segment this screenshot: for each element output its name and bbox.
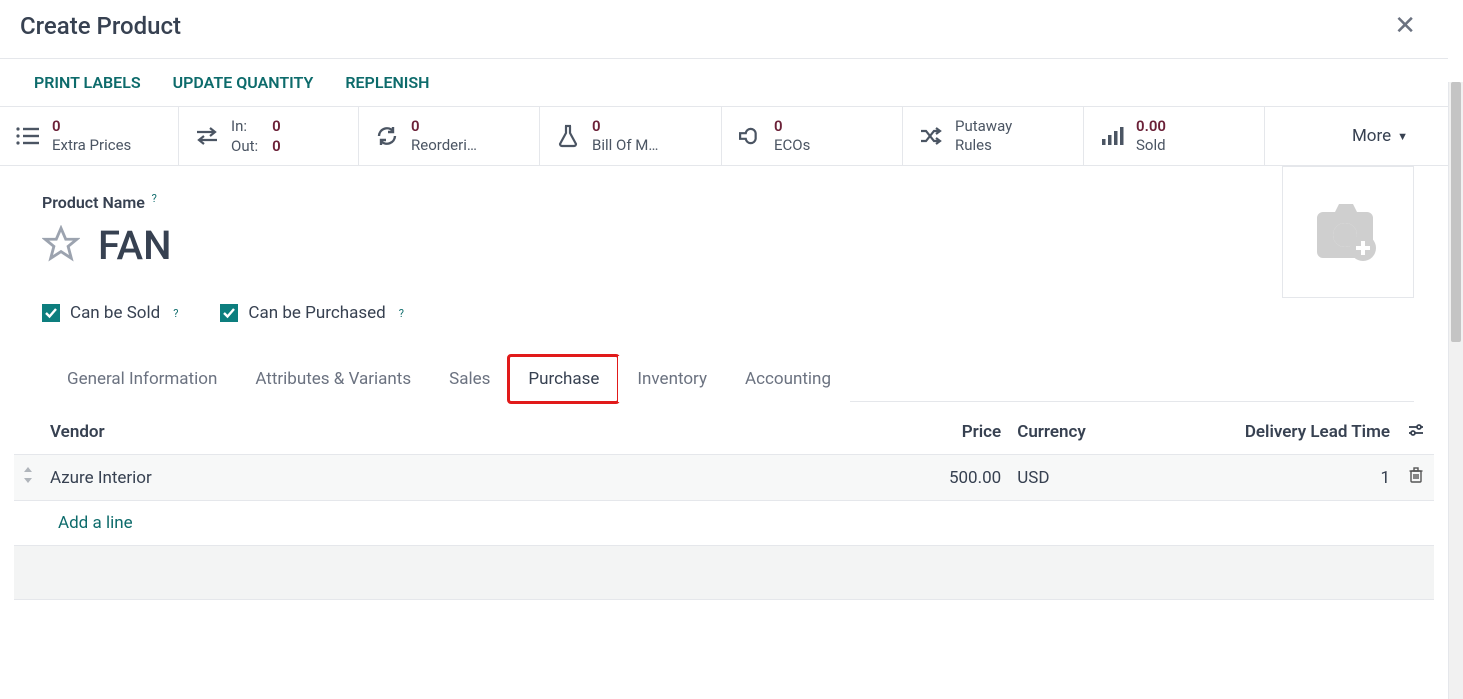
update-quantity-button[interactable]: UPDATE QUANTITY — [173, 73, 314, 92]
cell-vendor[interactable]: Azure Interior — [42, 455, 929, 501]
refresh-icon — [373, 122, 401, 150]
delete-row-icon[interactable] — [1398, 455, 1434, 501]
transfer-icon — [193, 122, 221, 150]
stat-label: Extra Prices — [52, 136, 131, 155]
stat-in-out[interactable]: In: 0 Out: 0 — [179, 107, 359, 165]
checkbox-label: Can be Sold — [70, 303, 160, 323]
close-icon[interactable]: ✕ — [1390, 13, 1420, 39]
tab-attributes-variants[interactable]: Attributes & Variants — [236, 356, 430, 402]
bars-icon — [1098, 122, 1126, 150]
in-value: 0 — [272, 117, 281, 135]
tab-purchase[interactable]: Purchase — [509, 356, 618, 402]
modal-header: Create Product ✕ — [0, 0, 1448, 59]
out-value: 0 — [272, 137, 281, 155]
tabs: General Information Attributes & Variant… — [48, 355, 1414, 402]
modal-title: Create Product — [20, 12, 181, 40]
stat-sold[interactable]: 0.00 Sold — [1084, 107, 1265, 165]
stat-ecos[interactable]: 0 ECOs — [722, 107, 903, 165]
col-price[interactable]: Price — [929, 410, 1009, 455]
col-delivery-lead-time[interactable]: Delivery Lead Time — [1129, 410, 1398, 455]
tab-inventory[interactable]: Inventory — [618, 356, 726, 402]
out-label: Out: — [231, 137, 258, 155]
col-currency[interactable]: Currency — [1009, 410, 1129, 455]
list-icon — [14, 122, 42, 150]
stat-num: 0 — [52, 117, 131, 136]
stat-label: Sold — [1136, 136, 1166, 155]
add-line-button[interactable]: Add a line — [50, 513, 133, 533]
stat-num: 0.00 — [1136, 117, 1166, 136]
action-bar: PRINT LABELS UPDATE QUANTITY REPLENISH — [0, 59, 1448, 106]
shuffle-icon — [917, 122, 945, 150]
form-body: Product Name ? FAN Can be Sold ? — [0, 166, 1448, 600]
help-icon[interactable]: ? — [173, 307, 178, 320]
wrench-icon — [736, 122, 764, 150]
more-button[interactable]: More ▼ — [1352, 126, 1408, 146]
help-icon[interactable]: ? — [152, 192, 157, 205]
replenish-button[interactable]: REPLENISH — [345, 73, 429, 92]
stat-more: More ▼ — [1265, 107, 1448, 165]
caret-down-icon: ▼ — [1397, 130, 1408, 143]
blank-row — [14, 546, 1434, 600]
product-image-upload[interactable] — [1282, 166, 1414, 298]
stat-row: 0 Extra Prices In: 0 Out: 0 0 Reorderi… — [0, 106, 1448, 166]
col-adjust[interactable] — [1398, 410, 1434, 455]
stat-num: 0 — [592, 117, 658, 136]
favorite-star-icon[interactable] — [42, 225, 80, 267]
stat-putaway[interactable]: Putaway Rules — [903, 107, 1084, 165]
stat-bom[interactable]: 0 Bill Of M… — [540, 107, 722, 165]
stat-label: ECOs — [774, 136, 810, 155]
stat-label: Reorderi… — [411, 136, 477, 155]
tab-accounting[interactable]: Accounting — [726, 356, 850, 402]
print-labels-button[interactable]: PRINT LABELS — [34, 73, 141, 92]
checkbox-label: Can be Purchased — [248, 303, 385, 323]
in-label: In: — [231, 117, 258, 135]
stat-reordering[interactable]: 0 Reorderi… — [359, 107, 540, 165]
help-icon[interactable]: ? — [399, 307, 404, 320]
can-be-sold-checkbox[interactable]: Can be Sold ? — [42, 303, 178, 323]
scrollbar-thumb[interactable] — [1451, 82, 1461, 342]
stat-label: Rules — [955, 136, 1012, 155]
product-name-label: Product Name — [42, 193, 145, 212]
stat-extra-prices[interactable]: 0 Extra Prices — [0, 107, 179, 165]
checkbox-checked-icon — [42, 304, 60, 322]
vendor-table: Vendor Price Currency Delivery Lead Time — [14, 410, 1434, 600]
drag-handle-icon[interactable] — [14, 455, 42, 501]
stat-num: 0 — [411, 117, 477, 136]
adjust-icon — [1408, 423, 1424, 437]
cell-delivery-lead-time[interactable]: 1 — [1129, 455, 1398, 501]
flask-icon — [554, 122, 582, 150]
scrollbar[interactable] — [1448, 82, 1463, 699]
col-vendor[interactable]: Vendor — [14, 410, 929, 455]
stat-label: Bill Of M… — [592, 136, 658, 155]
vendor-table-area: Vendor Price Currency Delivery Lead Time — [14, 410, 1434, 600]
cell-price[interactable]: 500.00 — [929, 455, 1009, 501]
add-line-row: Add a line — [14, 501, 1434, 546]
product-name-input[interactable]: FAN — [98, 222, 171, 269]
table-row[interactable]: Azure Interior 500.00 USD 1 — [14, 455, 1434, 501]
tab-general-information[interactable]: General Information — [48, 356, 236, 402]
checkbox-checked-icon — [220, 304, 238, 322]
cell-currency[interactable]: USD — [1009, 455, 1129, 501]
more-label: More — [1352, 126, 1391, 146]
stat-num: 0 — [774, 117, 810, 136]
stat-label: Putaway — [955, 117, 1012, 136]
tab-sales[interactable]: Sales — [430, 356, 509, 402]
can-be-purchased-checkbox[interactable]: Can be Purchased ? — [220, 303, 403, 323]
